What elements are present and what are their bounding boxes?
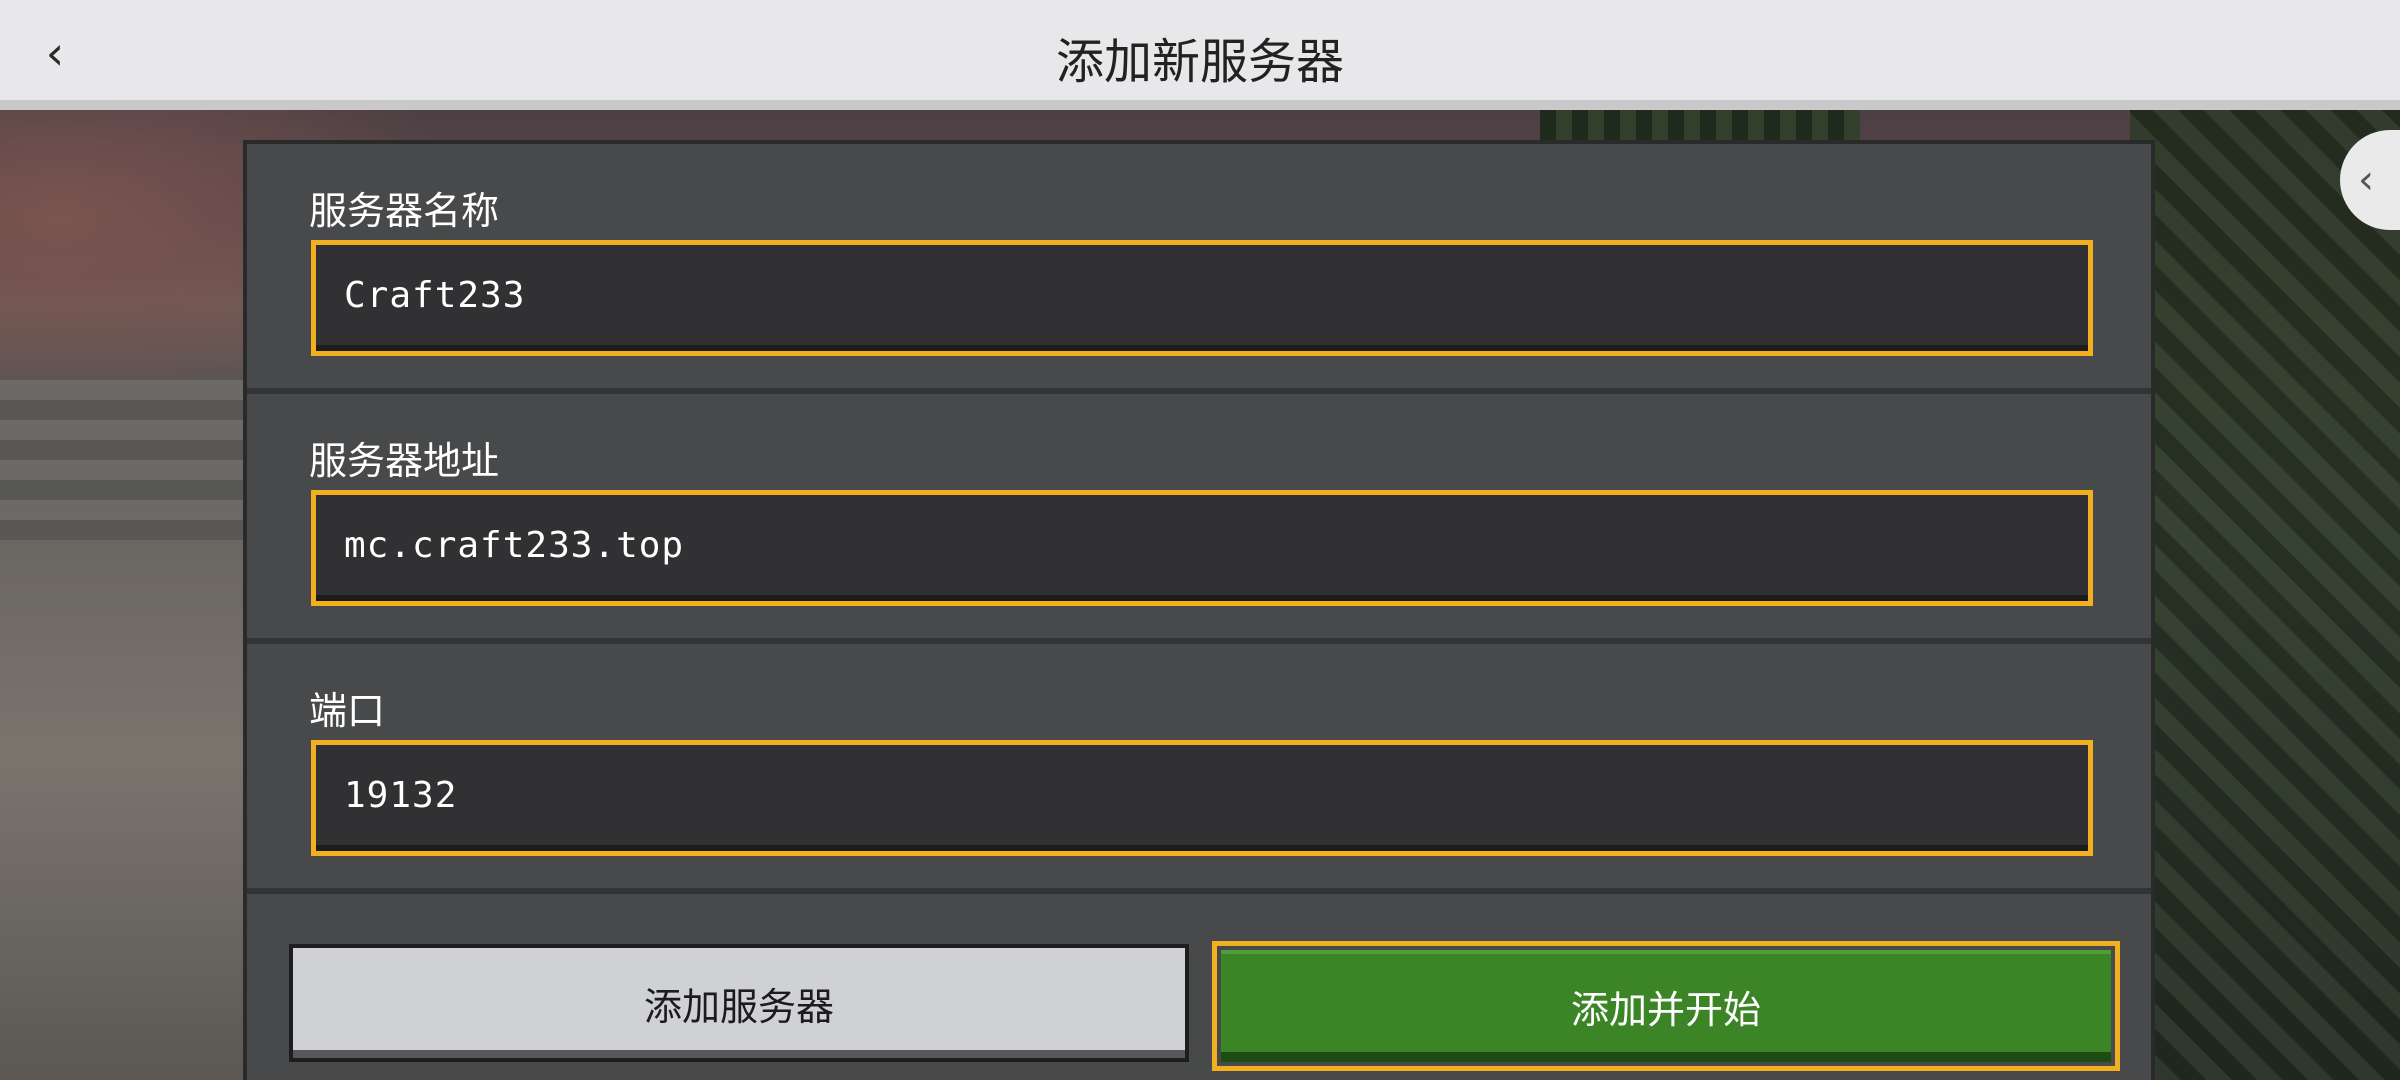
server-name-section: 服务器名称 Craft233 (247, 144, 2151, 394)
add-and-start-button[interactable]: 添加并开始 (1221, 950, 2111, 1062)
chevron-left-icon: ‹ (2358, 157, 2374, 203)
add-server-button[interactable]: 添加服务器 (289, 944, 1189, 1062)
port-field[interactable]: 19132 (311, 740, 2093, 856)
port-section: 端口 19132 (247, 644, 2151, 894)
add-and-start-button-focus: 添加并开始 (1212, 941, 2120, 1071)
background-stone-steps (0, 380, 245, 540)
add-server-panel: 服务器名称 Craft233 服务器地址 mc.craft233.top 端口 … (243, 140, 2155, 1080)
top-bar: ‹ 添加新服务器 (0, 0, 2400, 110)
server-address-section: 服务器地址 mc.craft233.top (247, 394, 2151, 644)
server-name-field[interactable]: Craft233 (311, 240, 2093, 356)
port-label: 端口 (309, 689, 386, 733)
background-trees (2130, 110, 2400, 1080)
server-address-label: 服务器地址 (309, 439, 500, 483)
server-name-label: 服务器名称 (309, 189, 500, 233)
background-ground (0, 540, 245, 1080)
server-name-value[interactable]: Craft233 (316, 245, 2088, 351)
server-address-field[interactable]: mc.craft233.top (311, 490, 2093, 606)
port-value[interactable]: 19132 (316, 745, 2088, 851)
server-address-value[interactable]: mc.craft233.top (316, 495, 2088, 601)
page-title: 添加新服务器 (1055, 34, 1344, 90)
